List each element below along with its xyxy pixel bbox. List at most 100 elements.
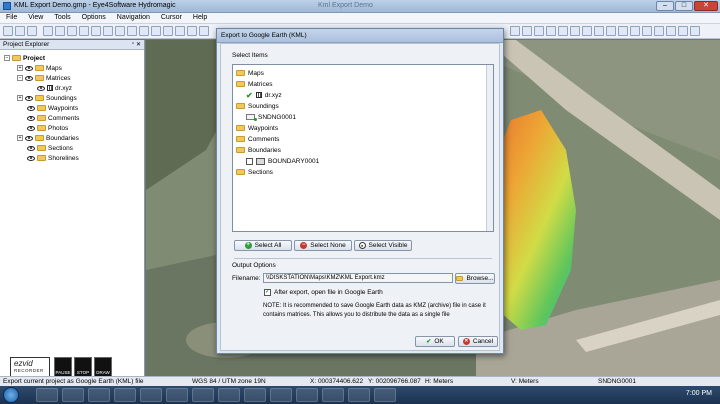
select-visible-button[interactable]: ● Select Visible xyxy=(354,240,412,251)
eye-icon[interactable] xyxy=(25,65,33,71)
tree-node-photos[interactable]: Photos xyxy=(27,123,68,133)
tool-icon[interactable] xyxy=(67,26,77,36)
taskbar-app-icon[interactable] xyxy=(88,388,110,402)
tool-icon[interactable] xyxy=(666,26,676,36)
tool-icon[interactable] xyxy=(534,26,544,36)
tree-node-sections[interactable]: Sections xyxy=(27,143,73,153)
tool-icon[interactable] xyxy=(570,26,580,36)
maximize-button[interactable]: □ xyxy=(675,1,693,11)
menu-help[interactable]: Help xyxy=(187,13,212,23)
eye-icon[interactable] xyxy=(37,85,45,91)
pause-button[interactable]: PAUSE xyxy=(54,357,72,377)
tool-icon[interactable] xyxy=(642,26,652,36)
eye-icon[interactable] xyxy=(27,155,35,161)
tool-icon[interactable] xyxy=(199,26,209,36)
open-after-checkbox[interactable]: ✓ xyxy=(264,289,271,296)
taskbar-app-icon[interactable] xyxy=(322,388,344,402)
eye-icon[interactable] xyxy=(25,135,33,141)
tool-icon[interactable] xyxy=(630,26,640,36)
items-list[interactable]: Maps Matrices ✔ dr.xyz Soundings SNDNG00… xyxy=(232,64,494,232)
stop-button[interactable]: STOP xyxy=(74,357,92,377)
tool-icon[interactable] xyxy=(79,26,89,36)
tool-icon[interactable] xyxy=(510,26,520,36)
list-item-sections[interactable]: Sections xyxy=(236,167,273,177)
tool-icon[interactable] xyxy=(175,26,185,36)
tool-icon[interactable] xyxy=(654,26,664,36)
menu-view[interactable]: View xyxy=(22,13,48,23)
menu-tools[interactable]: Tools xyxy=(48,13,75,23)
tool-icon[interactable] xyxy=(127,26,137,36)
taskbar-app-icon[interactable] xyxy=(270,388,292,402)
taskbar-app-icon[interactable] xyxy=(36,388,58,402)
cancel-button[interactable]: ✕ Cancel xyxy=(458,336,498,347)
list-item-waypoints[interactable]: Waypoints xyxy=(236,123,278,133)
taskbar-app-icon[interactable] xyxy=(348,388,370,402)
tool-icon[interactable] xyxy=(546,26,556,36)
list-item-boundary0001[interactable]: BOUNDARY0001 xyxy=(246,156,319,166)
eye-icon[interactable] xyxy=(27,145,35,151)
menu-options[interactable]: Options xyxy=(76,13,111,23)
list-item-sndng0001[interactable]: SNDNG0001 xyxy=(246,112,296,122)
tool-icon[interactable] xyxy=(163,26,173,36)
eye-icon[interactable] xyxy=(27,115,35,121)
tool-icon[interactable] xyxy=(187,26,197,36)
tool-icon[interactable] xyxy=(103,26,113,36)
list-item-maps[interactable]: Maps xyxy=(236,68,264,78)
expand-icon[interactable]: + xyxy=(17,65,23,71)
tool-icon[interactable] xyxy=(91,26,101,36)
eye-icon[interactable] xyxy=(27,105,35,111)
taskbar-app-icon[interactable] xyxy=(218,388,240,402)
tool-icon[interactable] xyxy=(151,26,161,36)
tool-icon[interactable] xyxy=(522,26,532,36)
tool-icon[interactable] xyxy=(606,26,616,36)
eye-icon[interactable] xyxy=(27,125,35,131)
checkmark-icon[interactable]: ✔ xyxy=(246,91,253,100)
menu-cursor[interactable]: Cursor xyxy=(155,13,187,23)
list-item-matrices[interactable]: Matrices xyxy=(236,79,273,89)
taskbar-app-icon[interactable] xyxy=(296,388,318,402)
tool-icon[interactable] xyxy=(139,26,149,36)
list-item-soundings[interactable]: Soundings xyxy=(236,101,279,111)
tool-icon[interactable] xyxy=(678,26,688,36)
tree-node-waypoints[interactable]: Waypoints xyxy=(27,103,78,113)
eye-icon[interactable] xyxy=(25,75,33,81)
eye-icon[interactable] xyxy=(25,95,33,101)
filename-input[interactable]: \\DISKSTATION\Maps\KMZ\KML Export.kmz xyxy=(263,273,453,283)
new-icon[interactable] xyxy=(3,26,13,36)
tree-node-boundaries[interactable]: + Boundaries xyxy=(17,133,79,143)
taskbar-app-icon[interactable] xyxy=(192,388,214,402)
select-none-button[interactable]: − Select None xyxy=(294,240,352,251)
select-all-button[interactable]: + Select All xyxy=(234,240,292,251)
close-button[interactable]: ✕ xyxy=(694,1,718,11)
tool-icon[interactable] xyxy=(690,26,700,36)
list-scrollbar[interactable] xyxy=(486,65,493,231)
tool-icon[interactable] xyxy=(618,26,628,36)
draw-button[interactable]: DRAW xyxy=(94,357,112,377)
expand-icon[interactable]: + xyxy=(17,135,23,141)
taskbar-app-icon[interactable] xyxy=(374,388,396,402)
tool-icon[interactable] xyxy=(43,26,53,36)
taskbar-app-icon[interactable] xyxy=(62,388,84,402)
taskbar-app-icon[interactable] xyxy=(244,388,266,402)
tree-node-dr-xyz[interactable]: dr.xyz xyxy=(37,83,72,93)
list-item-dr-xyz[interactable]: ✔ dr.xyz xyxy=(246,90,282,100)
tool-icon[interactable] xyxy=(55,26,65,36)
taskbar-app-icon[interactable] xyxy=(166,388,188,402)
tree-node-project[interactable]: − Project xyxy=(4,53,45,63)
tool-icon[interactable] xyxy=(582,26,592,36)
tree-node-comments[interactable]: Comments xyxy=(27,113,79,123)
expand-icon[interactable]: + xyxy=(17,95,23,101)
collapse-icon[interactable]: − xyxy=(4,55,10,61)
open-icon[interactable] xyxy=(15,26,25,36)
menu-navigation[interactable]: Navigation xyxy=(111,13,155,23)
tool-icon[interactable] xyxy=(115,26,125,36)
close-panel-icon[interactable]: ✕ xyxy=(136,41,141,48)
tool-icon[interactable] xyxy=(558,26,568,36)
taskbar-app-icon[interactable] xyxy=(114,388,136,402)
start-button[interactable] xyxy=(3,387,19,403)
tree-node-soundings[interactable]: + Soundings xyxy=(17,93,77,103)
minimize-button[interactable]: – xyxy=(656,1,674,11)
item-checkbox[interactable] xyxy=(246,157,253,165)
tree-node-maps[interactable]: + Maps xyxy=(17,63,62,73)
collapse-icon[interactable]: − xyxy=(17,75,23,81)
